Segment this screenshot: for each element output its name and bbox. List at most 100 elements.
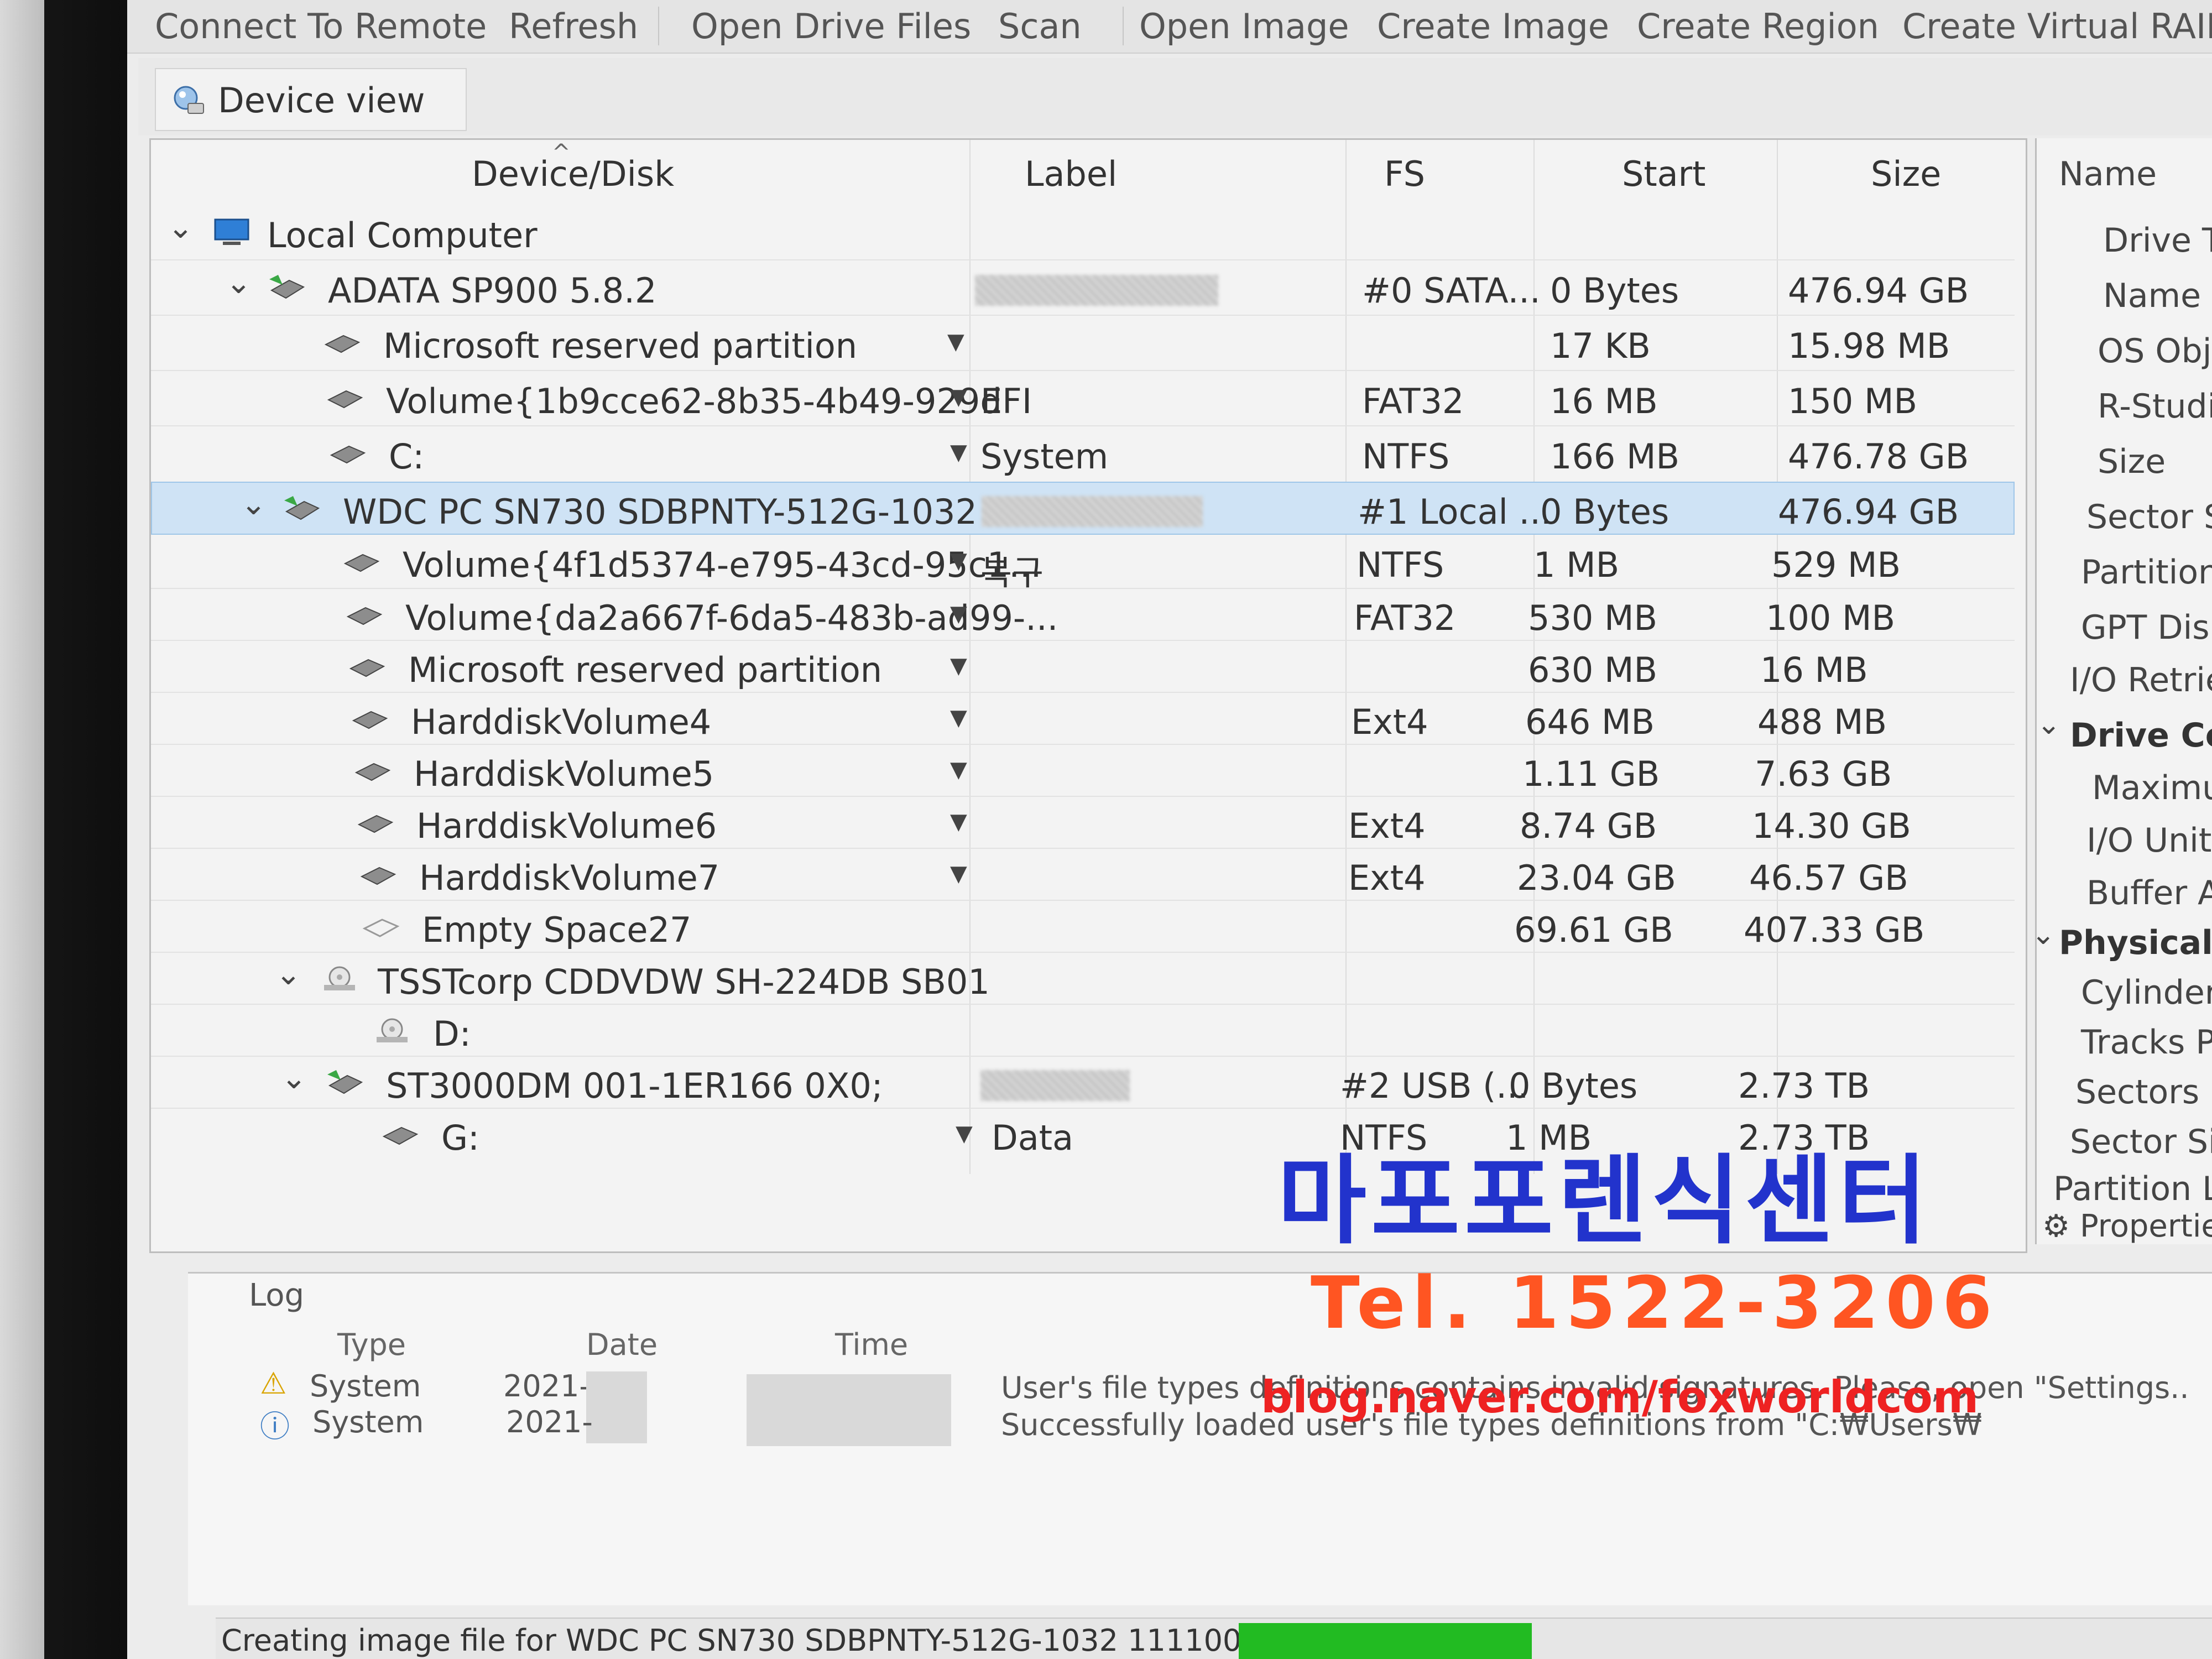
tree-row-disk-selected[interactable]: ⌄ WDC PC SN730 SDBPNTY-512G-1032 ... #1 … xyxy=(151,482,2015,535)
redacted-label xyxy=(982,496,1203,527)
log-column-date[interactable]: Date xyxy=(586,1327,658,1362)
collapse-chevron-icon[interactable]: ⌄ xyxy=(168,210,194,246)
tree-row-partition[interactable]: Volume{da2a667f-6da5-483b-ad99-... ▼ FAT… xyxy=(151,589,2015,642)
partition-icon xyxy=(360,867,397,885)
tree-item-start: 0 Bytes xyxy=(1509,1066,1638,1106)
tree-item-label: 복구 xyxy=(980,552,1044,593)
create-virtual-raid-button[interactable]: Create Virtual RAID xyxy=(1902,4,2212,49)
property-row[interactable]: Sectors Pe xyxy=(2075,1073,2212,1112)
tree-item-name: Microsoft reserved partition xyxy=(383,326,858,366)
open-image-button[interactable]: Open Image xyxy=(1139,4,1349,49)
tree-row-partition[interactable]: Volume{1b9cce62-8b35-4b49-929d ▼ EFI FAT… xyxy=(151,372,2015,425)
connect-remote-button[interactable]: Connect To Remote xyxy=(155,4,487,49)
tree-item-size: 46.57 GB xyxy=(1749,858,1908,898)
properties-icon: ⚙ xyxy=(2042,1208,2070,1244)
dropdown-arrow-icon[interactable]: ▼ xyxy=(950,384,967,410)
column-header-device[interactable]: Device/Disk xyxy=(472,154,674,194)
collapse-chevron-icon[interactable]: ⌄ xyxy=(281,1060,307,1096)
redacted-label xyxy=(980,1070,1130,1101)
tree-item-start: 23.04 GB xyxy=(1517,858,1676,898)
dropdown-arrow-icon[interactable]: ▼ xyxy=(950,809,967,834)
tree-row-partition[interactable]: Microsoft reserved partition ▼ 17 KB 15.… xyxy=(151,317,2015,370)
partition-icon xyxy=(357,815,394,833)
redacted-label xyxy=(975,275,1218,306)
property-row[interactable]: Name xyxy=(2103,276,2201,315)
dropdown-arrow-icon[interactable]: ▼ xyxy=(950,601,967,627)
row-divider xyxy=(151,370,2015,371)
create-image-button[interactable]: Create Image xyxy=(1377,4,1609,49)
tree-row-disk[interactable]: ⌄ ST3000DM 001-1ER166 0X0; #2 USB (... 0… xyxy=(151,1057,2015,1110)
tab-device-view-label: Device view xyxy=(218,80,425,121)
properties-header-name[interactable]: Name xyxy=(2059,155,2157,194)
property-row[interactable]: Drive T xyxy=(2103,221,2212,260)
tree-item-fs: NTFS xyxy=(1357,545,1444,585)
optical-drive-icon xyxy=(377,1018,408,1042)
property-row[interactable]: Partition S xyxy=(2081,553,2212,592)
tree-item-name: C: xyxy=(389,436,425,477)
tree-row-empty-space[interactable]: Empty Space27 69.61 GB 407.33 GB xyxy=(151,901,2015,954)
tree-row-disk[interactable]: ⌄ ADATA SP900 5.8.2 #0 SATA... 0 Bytes 4… xyxy=(151,262,2015,315)
tree-row-partition[interactable]: Microsoft reserved partition ▼ 630 MB 16… xyxy=(151,641,2015,694)
dropdown-arrow-icon[interactable]: ▼ xyxy=(956,1121,973,1146)
collapse-chevron-icon[interactable]: ⌄ xyxy=(226,265,252,301)
tab-bar: Device view xyxy=(138,58,2212,135)
tree-item-fs: FAT32 xyxy=(1354,598,1456,638)
column-header-fs[interactable]: FS xyxy=(1384,154,1425,194)
column-header-size[interactable]: Size xyxy=(1871,154,1941,194)
collapse-chevron-icon[interactable]: ⌄ xyxy=(241,486,267,522)
scan-button[interactable]: Scan xyxy=(998,4,1082,49)
property-group[interactable]: Physical Dri xyxy=(2059,924,2212,962)
property-group[interactable]: Drive Cont xyxy=(2070,716,2212,755)
column-header-start[interactable]: Start xyxy=(1622,154,1705,194)
tree-item-size: 15.98 MB xyxy=(1788,326,1950,366)
tree-row-optical-drive[interactable]: ⌄ TSSTcorp CDDVDW SH-224DB SB01 xyxy=(151,953,2015,1006)
tree-item-start: 8.74 GB xyxy=(1520,806,1657,846)
column-header-label[interactable]: Label xyxy=(1025,154,1117,194)
property-row[interactable]: Partition Layou xyxy=(2053,1170,2212,1208)
create-region-button[interactable]: Create Region xyxy=(1637,4,1879,49)
dropdown-arrow-icon[interactable]: ▼ xyxy=(950,548,967,573)
tree-row-local-computer[interactable]: ⌄ Local Computer xyxy=(151,206,2015,259)
tree-row-partition[interactable]: HarddiskVolume5 ▼ 1.11 GB 7.63 GB xyxy=(151,745,2015,798)
property-row[interactable]: I/O Unit xyxy=(2086,821,2211,860)
property-row[interactable]: I/O Retries xyxy=(2070,661,2212,700)
disk-icon xyxy=(327,1070,363,1094)
refresh-button[interactable]: Refresh xyxy=(509,4,638,49)
optical-drive-icon xyxy=(324,966,355,990)
dropdown-arrow-icon[interactable]: ▼ xyxy=(950,705,967,731)
dropdown-arrow-icon[interactable]: ▼ xyxy=(950,440,967,465)
tree-item-fs: #1 Local ... xyxy=(1358,492,1552,532)
property-row[interactable]: Buffer A xyxy=(2086,874,2212,912)
tab-device-view[interactable]: Device view xyxy=(155,68,467,131)
collapse-chevron-icon[interactable]: ⌄ xyxy=(2031,918,2056,951)
dropdown-arrow-icon[interactable]: ▼ xyxy=(950,757,967,782)
tree-row-partition[interactable]: C: ▼ System NTFS 166 MB 476.78 GB xyxy=(151,427,2015,481)
property-row[interactable]: Maximu xyxy=(2092,769,2212,807)
dropdown-arrow-icon[interactable]: ▼ xyxy=(950,653,967,679)
property-row[interactable]: Sector Si xyxy=(2086,498,2212,536)
tree-row-partition[interactable]: HarddiskVolume6 ▼ Ext4 8.74 GB 14.30 GB xyxy=(151,797,2015,850)
property-row[interactable]: R-Studio xyxy=(2098,387,2212,426)
property-row[interactable]: Tracks Per xyxy=(2081,1023,2212,1062)
tree-row-partition[interactable]: Volume{4f1d5374-e795-43cd-95c1... ▼ 복구 N… xyxy=(151,536,2015,593)
tree-item-fs: #2 USB (... xyxy=(1340,1066,1529,1106)
property-row[interactable]: Size xyxy=(2098,442,2166,481)
dropdown-arrow-icon[interactable]: ▼ xyxy=(950,861,967,886)
log-column-type[interactable]: Type xyxy=(337,1327,406,1362)
open-drive-files-button[interactable]: Open Drive Files xyxy=(691,4,971,49)
property-row[interactable]: Cylinders xyxy=(2081,973,2212,1012)
tree-row-optical-volume[interactable]: D: xyxy=(151,1005,2015,1058)
collapse-chevron-icon[interactable]: ⌄ xyxy=(2037,708,2061,741)
tree-item-name: Microsoft reserved partition xyxy=(408,650,883,690)
tree-row-partition[interactable]: HarddiskVolume4 ▼ Ext4 646 MB 488 MB xyxy=(151,693,2015,746)
property-row[interactable]: GPT Disk xyxy=(2081,608,2212,647)
log-entry-type: System xyxy=(310,1369,421,1404)
tree-row-partition[interactable]: HarddiskVolume7 ▼ Ext4 23.04 GB 46.57 GB xyxy=(151,849,2015,902)
dropdown-arrow-icon[interactable]: ▼ xyxy=(947,329,964,354)
tree-item-name: Volume{1b9cce62-8b35-4b49-929d xyxy=(386,381,1002,421)
property-row[interactable]: OS Obje xyxy=(2098,332,2212,371)
property-row[interactable]: Sector Size xyxy=(2070,1123,2212,1161)
log-column-time[interactable]: Time xyxy=(835,1327,908,1362)
tab-properties[interactable]: ⚙ Properties xyxy=(2042,1208,2212,1244)
collapse-chevron-icon[interactable]: ⌄ xyxy=(275,956,301,992)
